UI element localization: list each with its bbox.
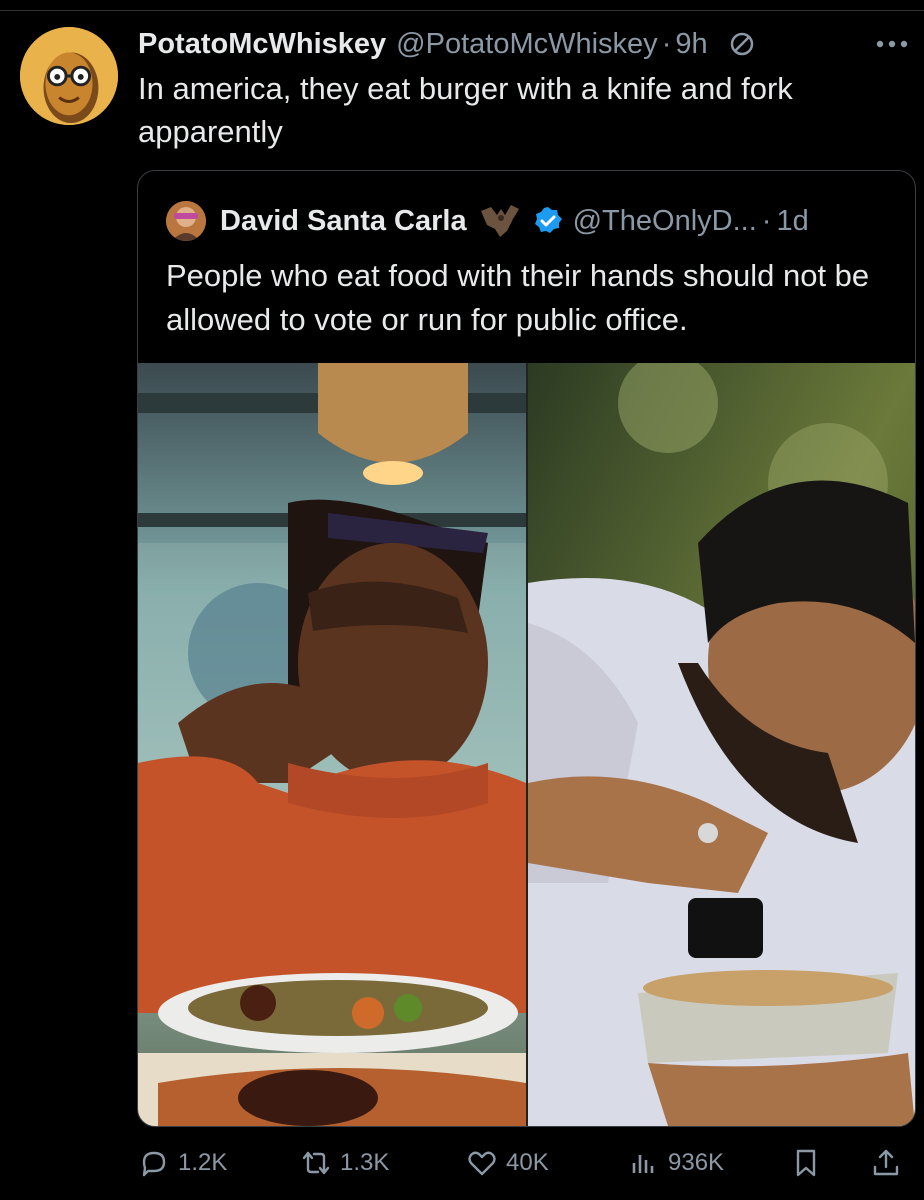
reply-button[interactable]: 1.2K xyxy=(138,1138,227,1188)
handle[interactable]: @PotatoMcWhiskey xyxy=(396,28,658,61)
top-divider xyxy=(0,10,924,11)
man-eating-photo xyxy=(528,363,915,1126)
separator-dot: · xyxy=(661,27,672,60)
quote-tweet[interactable]: David Santa Carla @TheOnlyD... · 1d Peop… xyxy=(137,170,916,1127)
quote-header: David Santa Carla @TheOnlyD... · 1d xyxy=(166,197,809,245)
views-icon xyxy=(632,1155,654,1173)
repost-button[interactable]: 1.3K xyxy=(300,1138,389,1188)
verified-icon xyxy=(534,207,562,233)
share-button[interactable] xyxy=(870,1138,902,1188)
quote-avatar[interactable] xyxy=(166,201,206,241)
reply-icon xyxy=(142,1151,166,1177)
tweet-text: In america, they eat burger with a knife… xyxy=(138,71,793,149)
like-icon xyxy=(468,1151,496,1176)
quote-separator-dot: · xyxy=(761,204,772,237)
share-icon xyxy=(873,1149,899,1176)
quote-display-name[interactable]: David Santa Carla xyxy=(220,205,467,238)
repost-count: 1.3K xyxy=(340,1149,390,1176)
no-sign-icon xyxy=(730,32,753,56)
reply-count: 1.2K xyxy=(178,1149,228,1176)
repost-icon xyxy=(302,1151,330,1175)
woman-eating-photo xyxy=(138,363,526,1126)
media-image-right[interactable] xyxy=(528,363,915,1126)
bat-icon xyxy=(480,205,519,237)
potato-avatar-icon xyxy=(20,27,118,125)
views-button[interactable]: 936K xyxy=(628,1138,724,1188)
quote-timestamp[interactable]: 1d xyxy=(776,205,808,238)
quote-handle[interactable]: @TheOnlyD... xyxy=(573,205,757,238)
action-bar: 1.2K 1.3K 40K 936K xyxy=(0,1138,924,1188)
bookmark-icon xyxy=(796,1149,816,1177)
views-count: 936K xyxy=(668,1149,725,1176)
display-name[interactable]: PotatoMcWhiskey xyxy=(138,28,386,61)
media-grid xyxy=(138,363,915,1126)
avatar[interactable] xyxy=(20,27,118,125)
quote-avatar-icon xyxy=(166,201,206,241)
media-image-left[interactable] xyxy=(138,363,526,1126)
quote-text: People who eat food with their hands sho… xyxy=(166,258,870,337)
like-button[interactable]: 40K xyxy=(466,1138,549,1188)
timestamp[interactable]: 9h xyxy=(675,28,707,61)
tweet-header: PotatoMcWhiskey @PotatoMcWhiskey · 9h xyxy=(138,24,756,64)
bookmark-button[interactable] xyxy=(790,1138,822,1188)
more-icon[interactable] xyxy=(872,30,912,58)
like-count: 40K xyxy=(506,1149,549,1176)
